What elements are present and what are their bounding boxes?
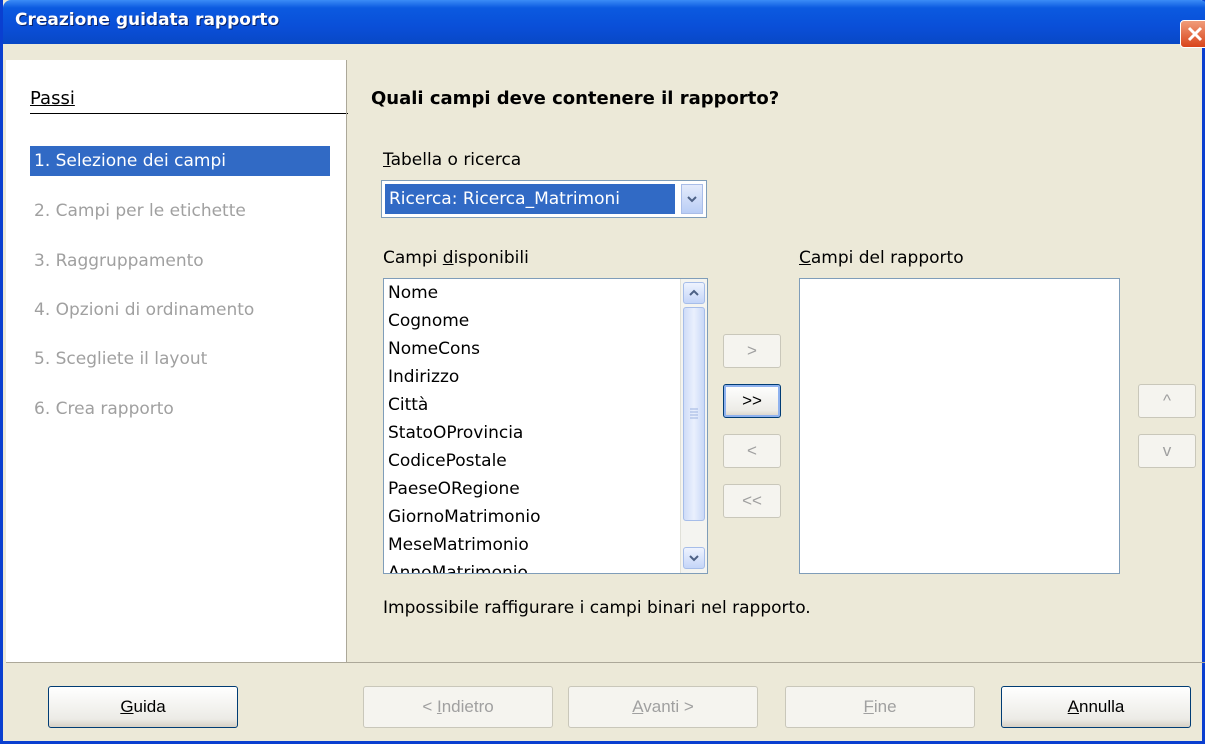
scroll-up-button[interactable] <box>683 282 705 304</box>
sidebar-divider <box>346 60 347 662</box>
add-all-fields-button[interactable]: >> <box>723 384 781 418</box>
close-icon <box>1187 26 1203 42</box>
report-fields-label: Campi del rapporto <box>799 248 964 268</box>
back-button[interactable]: < Indietro <box>363 686 553 728</box>
available-fields-items: Nome Cognome NomeCons Indirizzo Città StatoOP… <box>384 279 707 573</box>
available-fields-scrollbar[interactable] <box>680 279 707 573</box>
list-item[interactable]: Cognome <box>384 307 707 335</box>
move-down-button[interactable]: v <box>1138 434 1196 468</box>
step-selection-fields[interactable]: 1. Selezione dei campi <box>30 146 330 176</box>
step-grouping[interactable]: 3. Raggruppamento <box>30 246 330 276</box>
list-item[interactable]: NomeCons <box>384 335 707 363</box>
available-fields-label: Campi disponibili <box>383 248 529 268</box>
list-item[interactable]: Indirizzo <box>384 363 707 391</box>
table-query-select[interactable]: Ricerca: Ricerca_Matrimoni <box>381 180 707 218</box>
close-button[interactable] <box>1180 20 1205 48</box>
list-item[interactable]: Nome <box>384 279 707 307</box>
step-label-fields[interactable]: 2. Campi per le etichette <box>30 196 330 226</box>
cancel-button[interactable]: Annulla <box>1001 686 1191 728</box>
step-create-report[interactable]: 6. Crea rapporto <box>30 394 330 424</box>
binary-fields-note: Impossibile raffigurare i campi binari n… <box>383 598 811 618</box>
list-item[interactable]: AnnoMatrimonio <box>384 559 707 573</box>
chevron-up-icon <box>689 289 699 296</box>
next-button[interactable]: Avanti > <box>568 686 758 728</box>
footer-divider <box>6 662 1205 663</box>
available-fields-list[interactable]: Nome Cognome NomeCons Indirizzo Città StatoOP… <box>383 278 708 574</box>
table-query-value: Ricerca: Ricerca_Matrimoni <box>385 184 675 214</box>
step-layout[interactable]: 5. Scegliete il layout <box>30 344 330 374</box>
grip-icon <box>690 408 698 419</box>
dropdown-button[interactable] <box>681 184 703 214</box>
steps-heading: Passi <box>30 88 348 114</box>
remove-all-fields-button[interactable]: << <box>723 484 781 518</box>
list-item[interactable]: PaeseORegione <box>384 475 707 503</box>
step-sort-options[interactable]: 4. Opzioni di ordinamento <box>30 295 330 325</box>
add-field-button[interactable]: > <box>723 334 781 368</box>
window-title: Creazione guidata rapporto <box>15 10 280 30</box>
move-up-button[interactable]: ^ <box>1138 384 1196 418</box>
scroll-down-button[interactable] <box>683 547 705 569</box>
list-item[interactable]: StatoOProvincia <box>384 419 707 447</box>
list-item[interactable]: CodicePostale <box>384 447 707 475</box>
report-fields-list[interactable] <box>799 278 1120 574</box>
list-item[interactable]: Città <box>384 391 707 419</box>
wizard-window: Creazione guidata rapporto Passi 1. Sele… <box>0 0 1205 744</box>
help-button[interactable]: Guida <box>48 686 238 728</box>
remove-field-button[interactable]: < <box>723 434 781 468</box>
page-title: Quali campi deve contenere il rapporto? <box>371 88 780 109</box>
finish-button[interactable]: Fine <box>785 686 975 728</box>
chevron-down-icon <box>689 555 699 562</box>
title-bar[interactable]: Creazione guidata rapporto <box>3 0 1205 48</box>
list-item[interactable]: MeseMatrimonio <box>384 531 707 559</box>
list-item[interactable]: GiornoMatrimonio <box>384 503 707 531</box>
table-query-label: Tabella o ricerca <box>383 150 522 170</box>
chevron-down-icon <box>687 196 697 203</box>
steps-sidebar: Passi 1. Selezione dei campi 2. Campi pe… <box>6 60 348 662</box>
scroll-thumb[interactable] <box>683 307 705 521</box>
